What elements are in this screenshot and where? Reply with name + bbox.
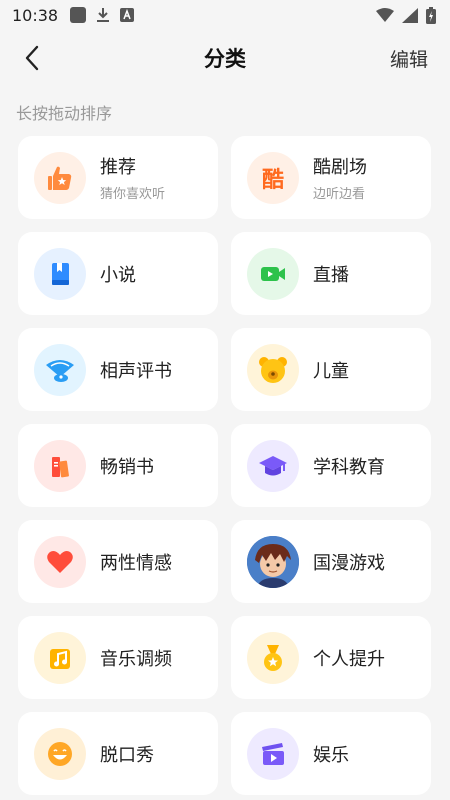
category-label: 两性情感 xyxy=(100,552,172,574)
category-label: 相声评书 xyxy=(100,360,172,382)
category-card-relationships[interactable]: 两性情感 xyxy=(18,520,218,603)
status-time: 10:38 xyxy=(12,5,59,25)
category-card-ku-theater[interactable]: 酷 酷剧场 边听边看 xyxy=(231,136,431,219)
bestseller-books-icon xyxy=(34,439,86,492)
graduation-cap-icon xyxy=(247,439,299,492)
category-card-crosstalk[interactable]: 相声评书 xyxy=(18,328,218,411)
wifi-icon xyxy=(376,7,394,22)
clapperboard-icon xyxy=(247,727,299,780)
system-indicators xyxy=(376,6,436,24)
bear-face-icon xyxy=(247,343,299,396)
edit-button[interactable]: 编辑 xyxy=(390,45,428,72)
sort-hint: 长按拖动排序 xyxy=(16,104,113,123)
fan-icon xyxy=(34,343,86,396)
ku-glyph: 酷 xyxy=(261,167,284,193)
category-label: 娱乐 xyxy=(313,744,349,766)
category-label: 音乐调频 xyxy=(100,648,172,670)
category-card-music[interactable]: 音乐调频 xyxy=(18,616,218,699)
category-card-children[interactable]: 儿童 xyxy=(231,328,431,411)
live-camera-icon xyxy=(247,247,299,300)
category-card-entertainment[interactable]: 娱乐 xyxy=(231,712,431,795)
signal-icon xyxy=(402,7,418,23)
battery-icon xyxy=(426,6,436,24)
ku-theater-icon: 酷 xyxy=(247,151,299,204)
category-label: 儿童 xyxy=(313,360,349,382)
category-label: 国漫游戏 xyxy=(313,552,385,574)
medal-icon xyxy=(247,631,299,684)
category-card-live[interactable]: 直播 xyxy=(231,232,431,315)
nav-bar: 分类 编辑 xyxy=(0,34,450,82)
category-subtitle: 边听边看 xyxy=(313,187,366,202)
back-arrow-icon xyxy=(25,45,39,71)
category-label: 个人提升 xyxy=(313,648,385,670)
category-subtitle: 猜你喜欢听 xyxy=(100,187,166,202)
anime-avatar-icon xyxy=(247,535,299,588)
category-card-self-improvement[interactable]: 个人提升 xyxy=(231,616,431,699)
notification-icons xyxy=(70,7,135,23)
category-label: 推荐 xyxy=(100,157,136,178)
category-card-talk-show[interactable]: 脱口秀 xyxy=(18,712,218,795)
category-label: 脱口秀 xyxy=(100,744,154,766)
laughing-face-icon xyxy=(34,727,86,780)
back-button[interactable] xyxy=(16,42,48,74)
category-card-novel[interactable]: 小说 xyxy=(18,232,218,315)
music-note-icon xyxy=(34,631,86,684)
category-label: 畅销书 xyxy=(100,456,154,478)
category-label: 酷剧场 xyxy=(313,157,367,178)
category-card-recommend[interactable]: 推荐 猜你喜欢听 xyxy=(18,136,218,219)
download-icon xyxy=(97,8,110,22)
book-icon xyxy=(34,247,86,300)
category-card-bestseller[interactable]: 畅销书 xyxy=(18,424,218,507)
category-label: 直播 xyxy=(313,264,349,286)
category-label: 学科教育 xyxy=(313,456,385,478)
category-card-anime-games[interactable]: 国漫游戏 xyxy=(231,520,431,603)
category-card-education[interactable]: 学科教育 xyxy=(231,424,431,507)
heart-icon xyxy=(34,535,86,588)
font-a-icon xyxy=(120,8,135,22)
page-title: 分类 xyxy=(204,47,246,71)
app-notification-icon xyxy=(70,7,87,23)
thumbs-up-star-icon xyxy=(34,151,86,204)
category-grid: 推荐 猜你喜欢听 酷 酷剧场 边听边看 小说 直播 相声评书 儿童 畅销书 学科… xyxy=(18,136,432,795)
status-bar: 10:38 xyxy=(0,0,450,30)
category-label: 小说 xyxy=(100,264,136,286)
